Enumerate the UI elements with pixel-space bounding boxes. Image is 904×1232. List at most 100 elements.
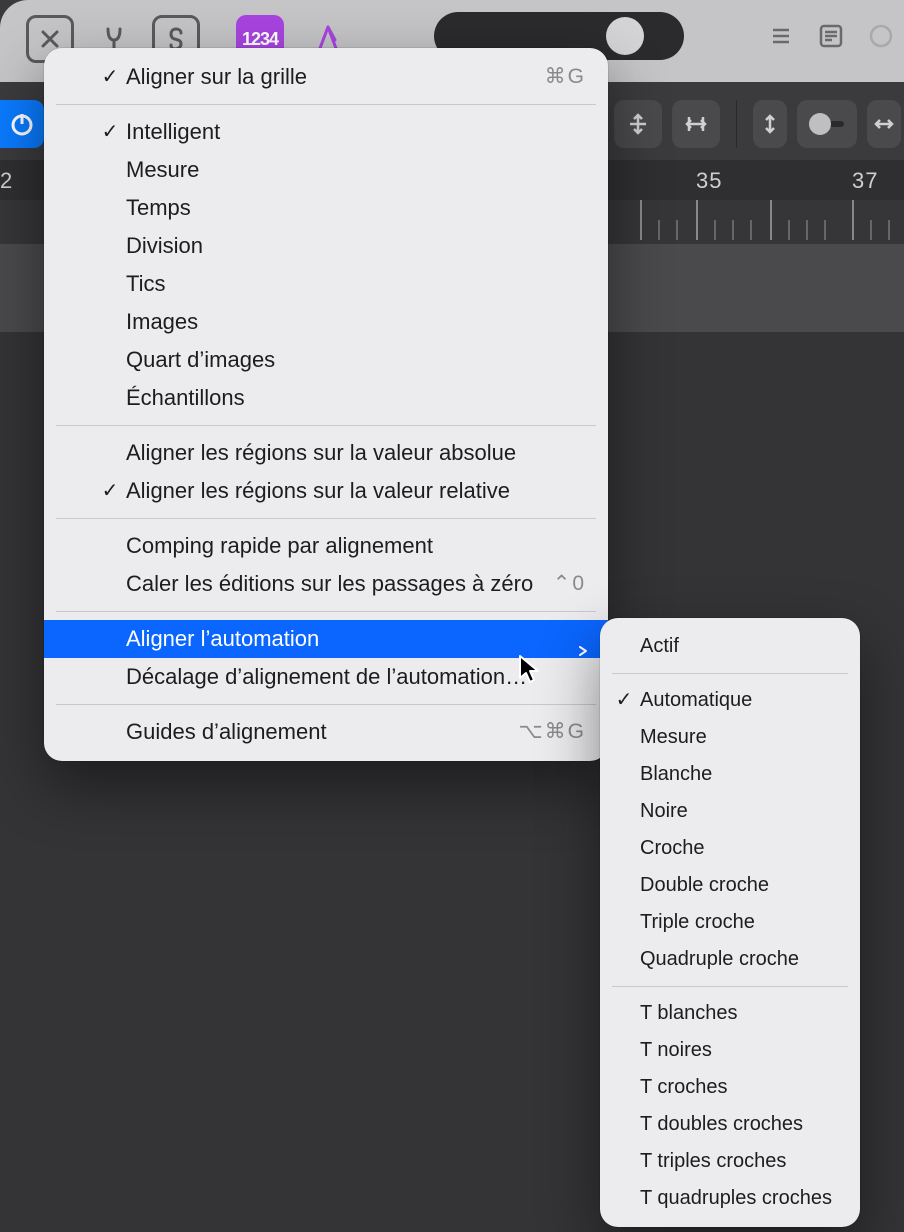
menu-item-guides[interactable]: Guides d’alignement ⌥⌘G [44, 713, 608, 751]
menu-item-frames[interactable]: Images [44, 303, 608, 341]
menu-item-half[interactable]: Blanche [600, 756, 860, 793]
power-icon [9, 111, 35, 137]
ruler-tick-small [750, 220, 752, 240]
list-icon [767, 22, 795, 50]
menu-item-label: Tics [126, 271, 166, 296]
ruler-tick-big [852, 200, 854, 240]
menu-item-sixteenth[interactable]: Double croche [600, 867, 860, 904]
menu-item-s-bar[interactable]: Mesure [600, 719, 860, 756]
slider-thumb[interactable] [809, 113, 831, 135]
menu-item-comp[interactable]: Comping rapide par alignement [44, 527, 608, 565]
ruler-tick-small [888, 220, 890, 240]
vertical-zoom-button[interactable] [753, 100, 787, 148]
zoom-controls [614, 100, 901, 148]
menu-item-label: Décalage d’alignement de l’automation… [126, 664, 527, 689]
menu-item-t-thirtytwo[interactable]: T triples croches [600, 1143, 860, 1180]
menu-item-label: Aligner les régions sur la valeur relati… [126, 478, 510, 503]
horizontal-zoom-button[interactable] [867, 100, 901, 148]
horizontal-arrows-icon [873, 113, 895, 135]
list-view-button[interactable] [764, 19, 798, 53]
menu-item-label: Triple croche [640, 911, 755, 933]
menu-item-t-eighth[interactable]: T croches [600, 1069, 860, 1106]
menu-item-label: Intelligent [126, 119, 220, 144]
menu-separator [56, 704, 596, 705]
vertical-fit-icon [627, 113, 649, 135]
menu-item-beat[interactable]: Temps [44, 189, 608, 227]
notes-view-button[interactable] [814, 19, 848, 53]
ruler-tick-small [732, 220, 734, 240]
menu-separator [612, 673, 848, 674]
ruler-tick-big [640, 200, 642, 240]
menu-item-abs[interactable]: Aligner les régions sur la valeur absolu… [44, 434, 608, 472]
ruler-tick-big [696, 200, 698, 240]
menu-separator [56, 518, 596, 519]
menu-item-label: Temps [126, 195, 191, 220]
menu-item-active[interactable]: Actif [600, 628, 860, 665]
menu-item-samples[interactable]: Échantillons [44, 379, 608, 417]
menu-item-t-sixtyfour[interactable]: T quadruples croches [600, 1180, 860, 1217]
menu-separator [56, 104, 596, 105]
menu-item-label: Aligner l’automation [126, 626, 319, 651]
menu-item-label: T noires [640, 1039, 712, 1061]
menu-item-label: Images [126, 309, 198, 334]
grid-icon [867, 22, 895, 50]
chevron-right-icon [578, 630, 588, 640]
grid-view-button[interactable] [864, 19, 898, 53]
ruler-mark: 35 [696, 168, 722, 194]
menu-item-bar[interactable]: Mesure [44, 151, 608, 189]
menu-item-ticks[interactable]: Tics [44, 265, 608, 303]
menu-item-zero[interactable]: Caler les éditions sur les passages à zé… [44, 565, 608, 603]
menu-item-t-half[interactable]: T blanches [600, 995, 860, 1032]
check-icon: ✓ [98, 58, 122, 96]
menu-item-label: Mesure [640, 726, 707, 748]
horizontal-fit-icon [685, 113, 707, 135]
vertical-zoom-slider[interactable] [797, 100, 857, 148]
menu-item-autom[interactable]: Aligner l’automation [44, 620, 608, 658]
automation-snap-submenu: Actif ✓Automatique Mesure Blanche Noire Croch… [600, 618, 860, 1227]
menu-item-t-quart[interactable]: T noires [600, 1032, 860, 1069]
menu-item-shortcut: ⌥⌘G [518, 713, 586, 751]
menu-item-sixtyfour[interactable]: Quadruple croche [600, 941, 860, 978]
ruler-tick-small [676, 220, 678, 240]
menu-item-label: Croche [640, 837, 704, 859]
menu-item-snap-grid[interactable]: ✓Aligner sur la grille⌘G [44, 58, 608, 96]
menu-item-label: Échantillons [126, 385, 245, 410]
ruler-tick-small [806, 220, 808, 240]
menu-item-thirtytwo[interactable]: Triple croche [600, 904, 860, 941]
menu-item-label: Comping rapide par alignement [126, 533, 433, 558]
menu-item-label: Quart d’images [126, 347, 275, 372]
power-button[interactable] [0, 100, 44, 148]
horizontal-fit-button[interactable] [672, 100, 720, 148]
right-toolbar-group [754, 12, 904, 60]
menu-item-smart[interactable]: ✓Intelligent [44, 113, 608, 151]
vertical-fit-button[interactable] [614, 100, 662, 148]
menu-item-label: Guides d’alignement [126, 719, 327, 744]
menu-separator [56, 425, 596, 426]
ruler-mark: 2 [0, 168, 13, 194]
menu-item-division[interactable]: Division [44, 227, 608, 265]
zoom-separator [736, 100, 737, 148]
menu-item-eighth[interactable]: Croche [600, 830, 860, 867]
menu-item-t-sixteenth[interactable]: T doubles croches [600, 1106, 860, 1143]
menu-item-label: T croches [640, 1076, 727, 1098]
ruler-mark: 37 [852, 168, 878, 194]
ruler-tick-small [658, 220, 660, 240]
menu-item-auto[interactable]: ✓Automatique [600, 682, 860, 719]
menu-item-label: Double croche [640, 874, 769, 896]
ruler-tick-big [770, 200, 772, 240]
check-icon: ✓ [98, 472, 122, 510]
menu-item-rel[interactable]: ✓Aligner les régions sur la valeur relat… [44, 472, 608, 510]
menu-item-label: Division [126, 233, 203, 258]
menu-item-quarter[interactable]: Noire [600, 793, 860, 830]
menu-item-qframes[interactable]: Quart d’images [44, 341, 608, 379]
ruler-tick-small [824, 220, 826, 240]
menu-item-label: T blanches [640, 1002, 737, 1024]
tool-1234-label: 1234 [242, 29, 278, 50]
ruler-tick-small [870, 220, 872, 240]
cursor-arrow-icon [517, 654, 543, 684]
check-icon: ✓ [612, 682, 636, 719]
ruler-tick-small [788, 220, 790, 240]
menu-item-label: Blanche [640, 763, 712, 785]
menu-item-label: T doubles croches [640, 1113, 803, 1135]
lcd-knob[interactable] [606, 17, 644, 55]
